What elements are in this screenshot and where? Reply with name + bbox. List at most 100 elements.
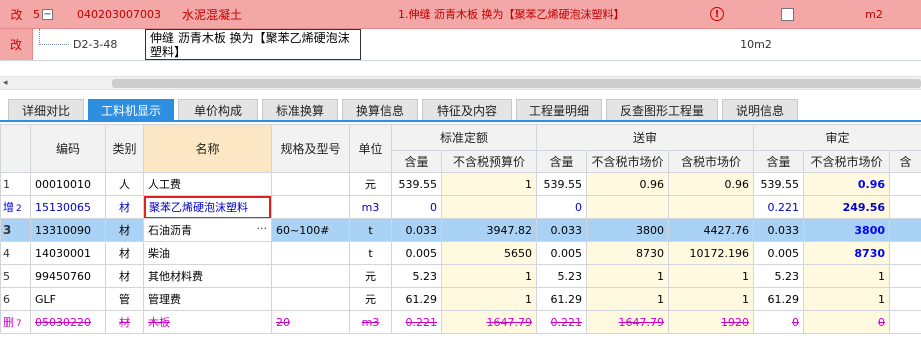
- cell-app-ex[interactable]: 3800: [803, 218, 891, 242]
- tab-reverse-graphic-quantity[interactable]: 反查图形工程量: [606, 99, 718, 120]
- cell-type[interactable]: 人: [105, 172, 144, 196]
- cell-std-qty[interactable]: 61.29: [391, 287, 442, 311]
- cell-app-qty[interactable]: 0.005: [753, 241, 805, 265]
- cell-app-more[interactable]: [889, 172, 921, 196]
- horizontal-scrollbar[interactable]: ◂: [0, 76, 921, 90]
- header-send-qty[interactable]: 含量: [536, 150, 588, 173]
- cell-spec[interactable]: [271, 264, 350, 288]
- scrollbar-thumb[interactable]: [112, 79, 921, 88]
- cell-name[interactable]: 其他材料费: [143, 264, 272, 288]
- cell-send-ex[interactable]: 1647.79: [586, 310, 670, 334]
- tab-conversion-info[interactable]: 换算信息: [342, 99, 418, 120]
- cell-unit[interactable]: m3: [349, 310, 392, 334]
- cell-send-qty[interactable]: 0.005: [536, 241, 588, 265]
- cell-code[interactable]: 99450760: [30, 264, 106, 288]
- cell-spec[interactable]: [271, 172, 350, 196]
- cell-send-qty[interactable]: 539.55: [536, 172, 588, 196]
- cell-send-inc[interactable]: 0.96: [668, 172, 755, 196]
- cell-std-qty[interactable]: 0.005: [391, 241, 442, 265]
- cell-code[interactable]: 00010010: [30, 172, 106, 196]
- more-options-icon[interactable]: ···: [257, 222, 268, 235]
- cell-send-inc[interactable]: 1: [668, 287, 755, 311]
- cell-app-more[interactable]: [889, 287, 921, 311]
- cell-send-inc[interactable]: [668, 195, 755, 219]
- cell-app-more[interactable]: [889, 310, 921, 334]
- warning-icon[interactable]: !: [710, 7, 724, 21]
- cell-std-price[interactable]: 3947.82: [440, 218, 538, 242]
- header-std-price[interactable]: 不含税预算价: [440, 150, 538, 173]
- cell-app-ex[interactable]: 249.56: [803, 195, 891, 219]
- tab-features-content[interactable]: 特征及内容: [422, 99, 512, 120]
- table-row-selected[interactable]: 3 13310090 材 石油沥青 ··· 60~100# t 0.033 394…: [0, 218, 921, 242]
- header-unit[interactable]: 单位: [349, 124, 392, 173]
- header-app-more[interactable]: 含: [889, 150, 921, 173]
- cell-type[interactable]: 材: [105, 241, 144, 265]
- cell-send-qty[interactable]: 0: [536, 195, 588, 219]
- cell-send-ex[interactable]: 8730: [586, 241, 670, 265]
- cell-name[interactable]: 石油沥青 ···: [143, 218, 272, 242]
- cell-code[interactable]: 05030220: [30, 310, 106, 334]
- cell-spec[interactable]: [271, 241, 350, 265]
- cell-name[interactable]: 聚苯乙烯硬泡沫塑料: [143, 195, 272, 219]
- cell-app-qty[interactable]: 61.29: [753, 287, 805, 311]
- header-type[interactable]: 类别: [105, 124, 144, 173]
- cell-app-qty[interactable]: 0.221: [753, 195, 805, 219]
- cell-send-ex[interactable]: 3800: [586, 218, 670, 242]
- tab-description[interactable]: 说明信息: [722, 99, 798, 120]
- cell-app-ex[interactable]: 0: [803, 310, 891, 334]
- header-send-inc[interactable]: 含税市场价: [668, 150, 755, 173]
- tab-quantity-detail[interactable]: 工程量明细: [516, 99, 602, 120]
- cell-unit[interactable]: t: [349, 218, 392, 242]
- cell-type[interactable]: 材: [105, 310, 144, 334]
- cell-app-ex[interactable]: 1: [803, 264, 891, 288]
- table-row[interactable]: 4 14030001 材 柴油 t 0.005 5650 0.005 8730 …: [0, 241, 921, 265]
- cell-app-more[interactable]: [889, 218, 921, 242]
- cell-send-qty[interactable]: 61.29: [536, 287, 588, 311]
- collapse-toggle-icon[interactable]: −: [42, 8, 53, 20]
- header-spec[interactable]: 规格及型号: [271, 124, 350, 173]
- cell-app-qty[interactable]: 539.55: [753, 172, 805, 196]
- cell-code[interactable]: 15130065: [30, 195, 106, 219]
- header-std-qty[interactable]: 含量: [391, 150, 442, 173]
- cell-app-ex[interactable]: 0.96: [803, 172, 891, 196]
- quota-name-editor[interactable]: 伸缝 沥青木板 换为【聚苯乙烯硬泡沫塑料】: [145, 29, 361, 60]
- cell-send-inc[interactable]: 1: [668, 264, 755, 288]
- cell-name[interactable]: 柴油: [143, 241, 272, 265]
- cell-app-more[interactable]: [889, 195, 921, 219]
- header-code[interactable]: 编码: [30, 124, 106, 173]
- table-row-added[interactable]: 增2 15130065 材 聚苯乙烯硬泡沫塑料 m3 0 0 0.221 249…: [0, 195, 921, 219]
- cell-send-qty[interactable]: 5.23: [536, 264, 588, 288]
- cell-std-price[interactable]: [440, 195, 538, 219]
- cell-std-price[interactable]: 5650: [440, 241, 538, 265]
- tab-detail-compare[interactable]: 详细对比: [8, 99, 84, 120]
- cell-send-ex[interactable]: [586, 195, 670, 219]
- cell-app-ex[interactable]: 1: [803, 287, 891, 311]
- cell-code[interactable]: GLF: [30, 287, 106, 311]
- cell-std-price[interactable]: 1: [440, 172, 538, 196]
- row-checkbox[interactable]: [780, 7, 794, 21]
- cell-code[interactable]: 14030001: [30, 241, 106, 265]
- cell-name[interactable]: 木板: [143, 310, 272, 334]
- cell-spec[interactable]: 60~100#: [271, 218, 350, 242]
- tab-unit-price-composition[interactable]: 单价构成: [178, 99, 258, 120]
- table-row-deleted[interactable]: 删7 05030220 材 木板 20 m3 0.221 1647.79 0.2…: [0, 310, 921, 334]
- cell-std-price[interactable]: 1: [440, 264, 538, 288]
- cell-std-qty[interactable]: 0: [391, 195, 442, 219]
- cell-type[interactable]: 材: [105, 218, 144, 242]
- cell-spec[interactable]: 20: [271, 310, 350, 334]
- cell-type[interactable]: 材: [105, 264, 144, 288]
- cell-unit[interactable]: t: [349, 241, 392, 265]
- cell-send-qty[interactable]: 0.033: [536, 218, 588, 242]
- table-row[interactable]: 5 99450760 材 其他材料费 元 5.23 1 5.23 1 1 5.2…: [0, 264, 921, 288]
- table-row[interactable]: 6 GLF 管 管理费 元 61.29 1 61.29 1 1 61.29 1: [0, 287, 921, 311]
- cell-unit[interactable]: 元: [349, 287, 392, 311]
- cell-send-qty[interactable]: 0.221: [536, 310, 588, 334]
- cell-app-qty[interactable]: 5.23: [753, 264, 805, 288]
- cell-send-ex[interactable]: 1: [586, 264, 670, 288]
- cell-code[interactable]: 13310090: [30, 218, 106, 242]
- cell-std-price[interactable]: 1: [440, 287, 538, 311]
- header-send-ex[interactable]: 不含税市场价: [586, 150, 670, 173]
- cell-send-ex[interactable]: 1: [586, 287, 670, 311]
- cell-std-qty[interactable]: 539.55: [391, 172, 442, 196]
- cell-send-ex[interactable]: 0.96: [586, 172, 670, 196]
